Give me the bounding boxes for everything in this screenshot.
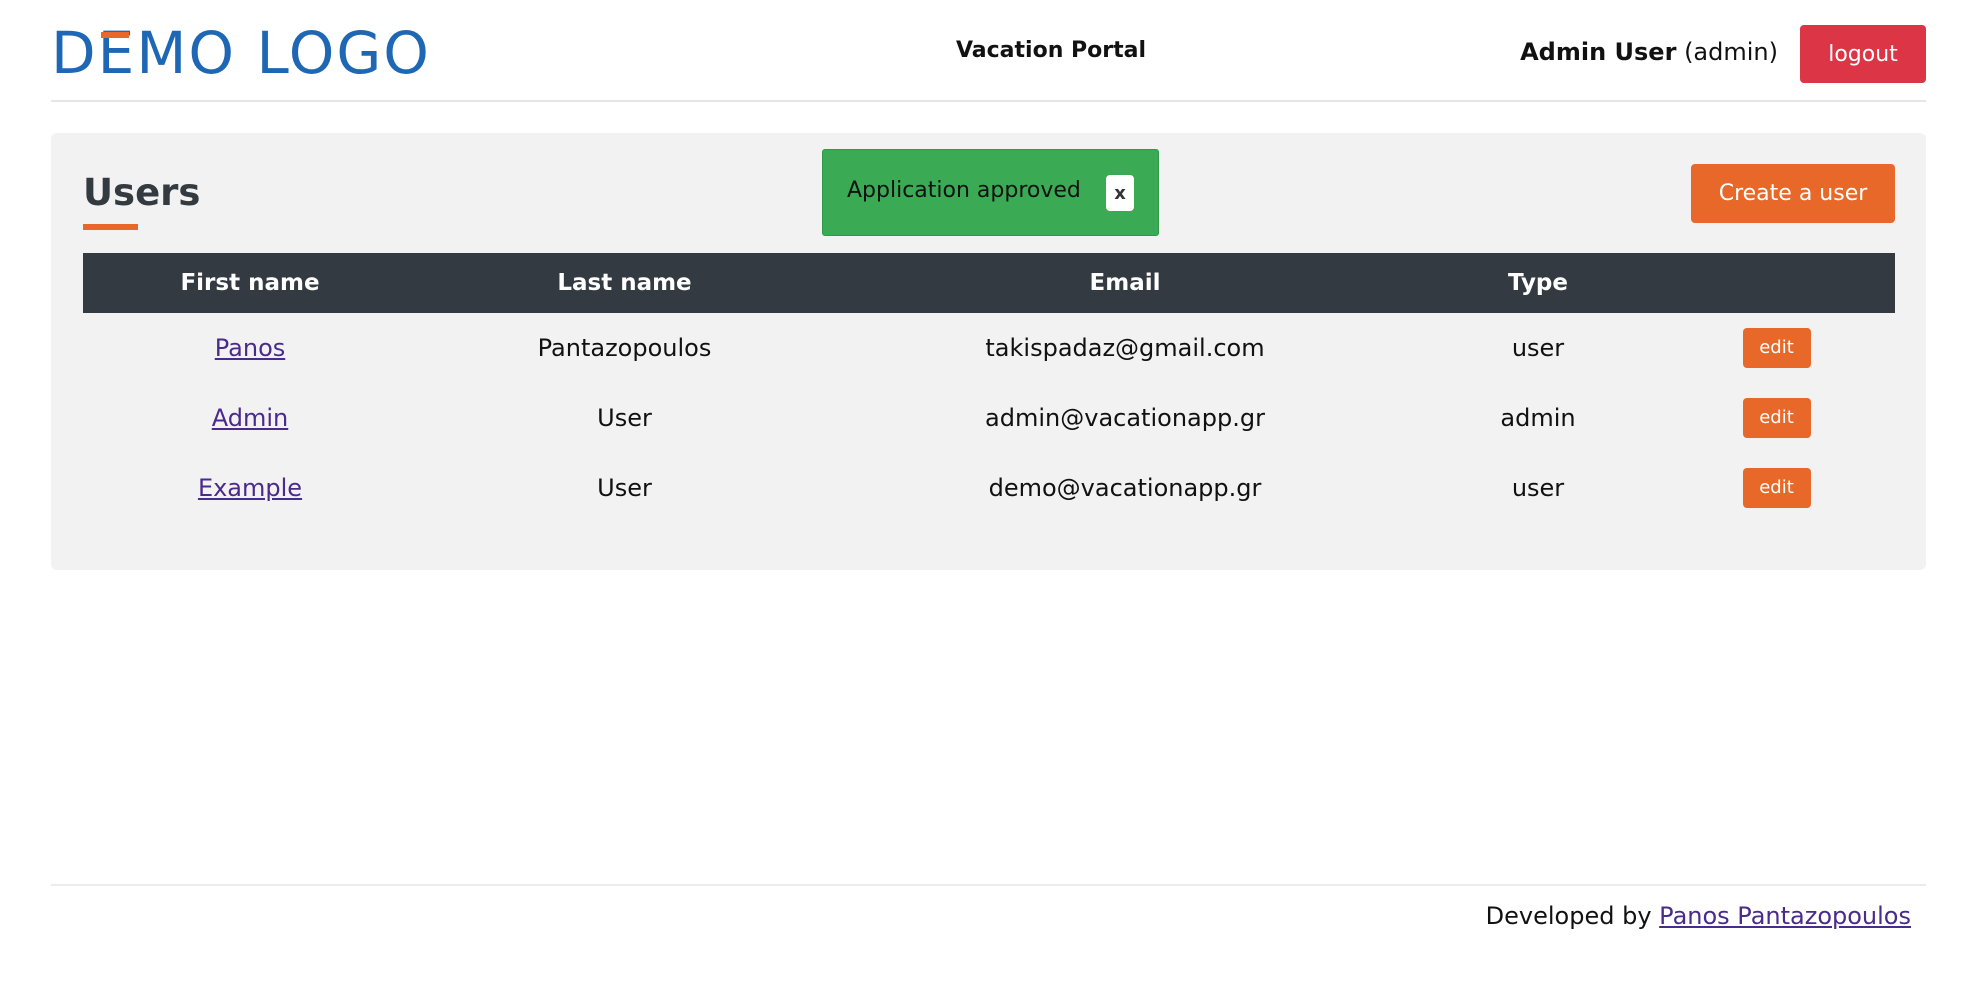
- cell-actions: edit: [1658, 453, 1895, 523]
- table-row: Panos Pantazopoulos takispadaz@gmail.com…: [83, 313, 1895, 383]
- page-title: Users: [83, 171, 201, 214]
- header-email: Email: [1089, 270, 1161, 296]
- header-first-name: First name: [180, 270, 320, 296]
- cell-last-name: User: [597, 474, 652, 502]
- page: D E MO LOGO Vacation Portal Admin User (ad…: [0, 0, 1972, 991]
- logo[interactable]: D E MO LOGO: [51, 19, 431, 87]
- edit-button[interactable]: edit: [1742, 468, 1811, 508]
- cell-email: takispadaz@gmail.com: [985, 334, 1265, 362]
- edit-button[interactable]: edit: [1742, 328, 1811, 368]
- cell-actions: edit: [1658, 313, 1895, 383]
- user-role: (admin): [1684, 38, 1778, 66]
- users-card: Users Application approved x Create a us…: [51, 133, 1926, 570]
- logo-letter-d: D: [51, 19, 98, 87]
- table-row: Admin User admin@vacationapp.gr admin ed…: [83, 383, 1895, 453]
- cell-last-name: User: [597, 404, 652, 432]
- header-last-name: Last name: [557, 270, 692, 296]
- cell-first-name: Example: [83, 453, 417, 523]
- footer-label: Developed by: [1485, 902, 1652, 930]
- cell-type: user: [1511, 474, 1565, 502]
- cell-email: admin@vacationapp.gr: [985, 404, 1265, 432]
- logo-accent-bar: [100, 32, 129, 38]
- user-link[interactable]: Admin: [212, 404, 289, 432]
- user-name: Admin User: [1520, 38, 1677, 66]
- table-row: Example User demo@vacationapp.gr user ed…: [83, 453, 1895, 523]
- alert-message: Application approved: [847, 178, 1081, 203]
- header-type: Type: [1507, 270, 1568, 296]
- cell-type: admin: [1500, 404, 1576, 432]
- author-link[interactable]: Panos Pantazopoulos: [1659, 902, 1911, 930]
- title-underline: [83, 224, 138, 230]
- header: D E MO LOGO Vacation Portal Admin User (ad…: [51, 0, 1926, 102]
- user-link[interactable]: Example: [198, 474, 302, 502]
- logo-rest: MO LOGO: [136, 19, 431, 87]
- success-alert: Application approved x: [822, 149, 1159, 236]
- cell-last-name: Pantazopoulos: [537, 334, 712, 362]
- edit-button[interactable]: edit: [1742, 398, 1811, 438]
- footer-divider: [51, 884, 1926, 886]
- create-user-button[interactable]: Create a user: [1691, 164, 1895, 223]
- user-link[interactable]: Panos: [215, 334, 286, 362]
- users-table: First name Last name Email Type Panos Pa…: [83, 253, 1895, 523]
- cell-email: demo@vacationapp.gr: [988, 474, 1262, 502]
- user-info: Admin User (admin): [1520, 38, 1778, 66]
- alert-close-button[interactable]: x: [1106, 175, 1134, 211]
- table-header-row: First name Last name Email Type: [83, 253, 1895, 313]
- footer: Developed by Panos Pantazopoulos: [1486, 902, 1911, 930]
- portal-title: Vacation Portal: [955, 38, 1147, 63]
- cell-type: user: [1511, 334, 1565, 362]
- cell-actions: edit: [1658, 383, 1895, 453]
- logo-letter-e: E: [97, 19, 137, 87]
- cell-first-name: Panos: [83, 313, 417, 383]
- logout-button[interactable]: logout: [1800, 25, 1926, 83]
- header-actions: [1658, 253, 1895, 313]
- cell-first-name: Admin: [83, 383, 417, 453]
